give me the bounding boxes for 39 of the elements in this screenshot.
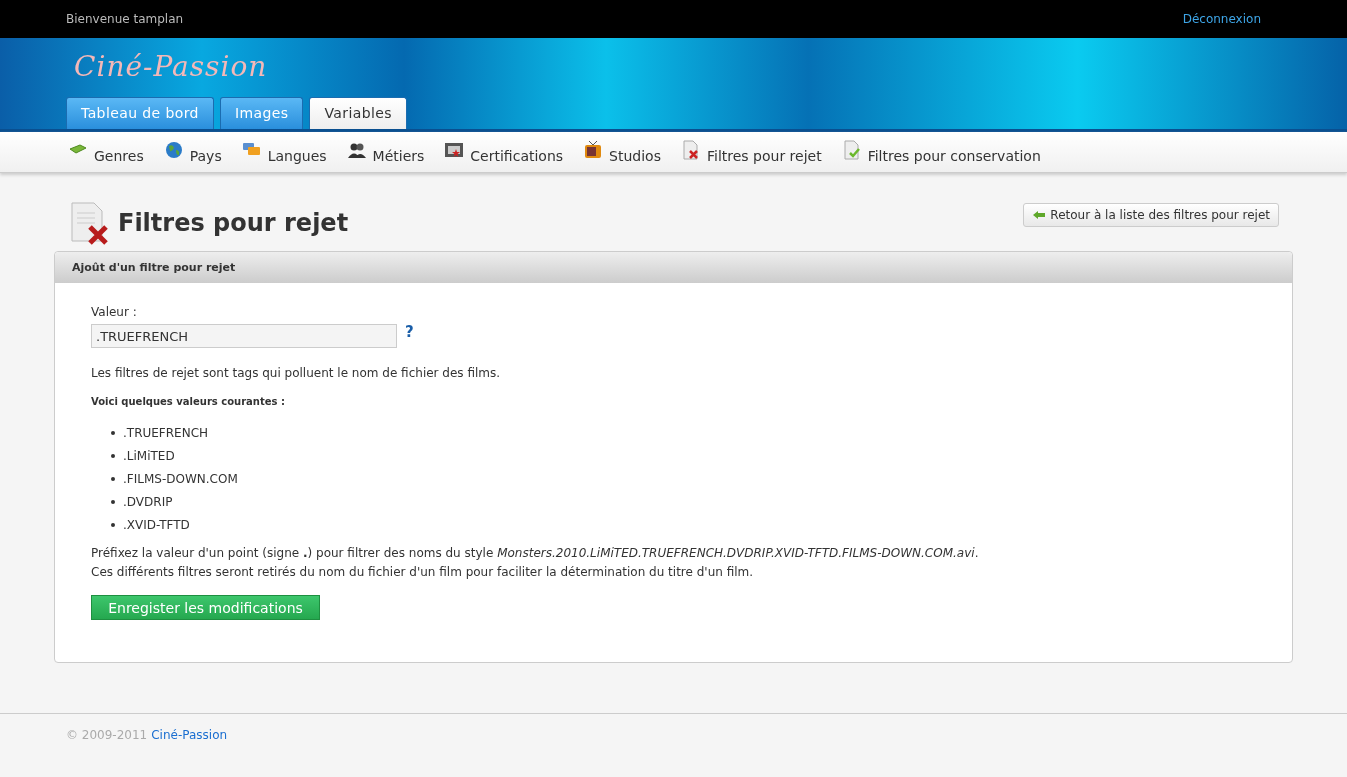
bullet-icon [111,430,115,435]
value-field[interactable]: .TRUEFRENCH [91,324,397,348]
help-link[interactable]: ? [405,323,414,341]
panel-header: Ajoût d'un filtre pour rejet [55,252,1292,283]
nav-tab[interactable]: Variables [309,97,408,129]
note-text: Préfixez la valeur d'un point (signe .) pour filtrer des noms du style Monsters.2010.LiMiTED.TRUEFRENCH.DVDRIP.XVID-TFTD.FILMS-DOWN.COM.avi. [91,546,979,560]
list-item: .LiMiTED [123,448,175,463]
bullet-icon [111,476,115,481]
back-arrow-icon [1032,210,1047,220]
copyright-text: © 2009-2011 [66,728,148,742]
document-cross-icon [680,140,701,160]
logout-link[interactable]: Déconnexion [1182,12,1261,26]
globe-icon [163,140,184,160]
bullet-icon [111,499,115,504]
bullet-icon [111,522,115,527]
site-logo: Ciné-Passion [73,49,269,83]
list-item: .DVDRIP [123,494,173,509]
list-item: .FILMS-DOWN.COM [123,471,238,486]
list-item: .TRUEFRENCH [123,425,209,440]
subnav-item[interactable]: Studios [583,140,661,164]
back-button[interactable]: Retour à la liste des filtres pour rejet [1023,203,1279,227]
field-label: Valeur : [91,305,138,319]
subnav-item[interactable]: Filtres pour rejet [680,140,822,164]
subnav-item[interactable]: Pays [163,140,222,164]
subnav-item[interactable]: Métiers [346,140,425,164]
subnav-item[interactable]: Certifications [444,140,564,164]
description-text: Les filtres de rejet sont tags qui polluent le nom de fichier des films. [91,366,502,380]
welcome-text: Bienvenue tamplan [66,12,184,26]
subnav-item[interactable]: Genres [68,140,144,164]
tv-icon [583,140,604,160]
footer-link[interactable]: Ciné-Passion [151,728,228,742]
note-text: Ces différents filtres seront retirés du nom du fichier d'un film pour faciliter la détermination du titre d'un film. [91,565,754,579]
bullet-icon [111,453,115,458]
document-check-icon [841,140,862,160]
list-item: .XVID-TFTD [123,517,190,532]
subnav-item[interactable]: Filtres pour conservation [841,140,1041,164]
list-title: Voici quelques valeurs courantes : [91,396,286,407]
page-title: Filtres pour rejet [118,209,349,237]
subnav-item[interactable]: Langues [241,140,327,164]
